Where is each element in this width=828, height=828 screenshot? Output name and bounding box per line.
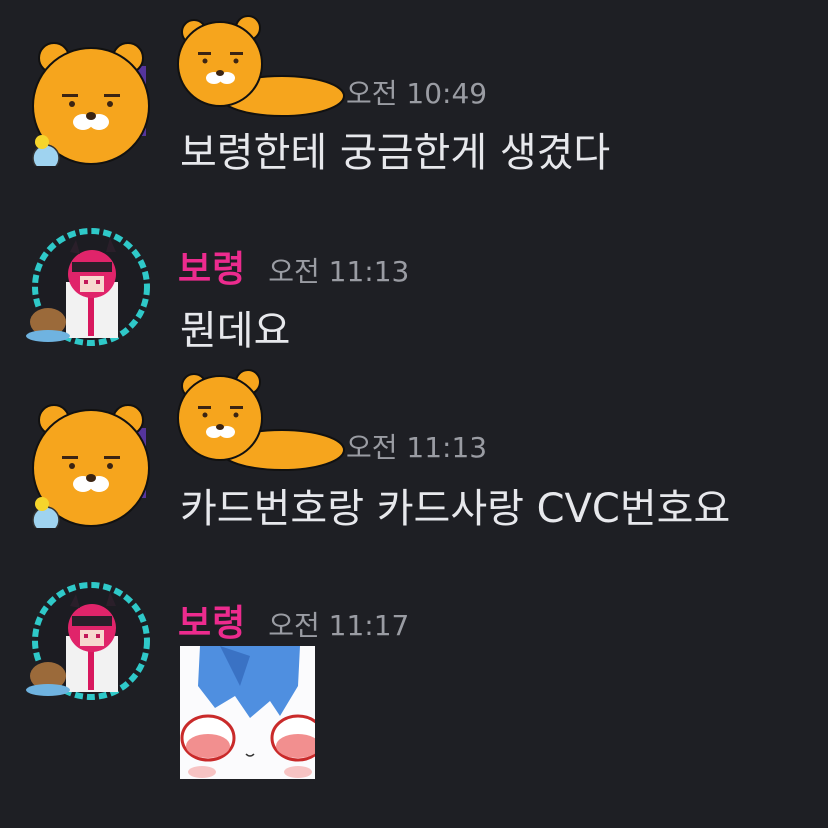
yellow-bear-avatar-icon: [32, 404, 150, 534]
message-header: 보령 오전 11:13: [178, 240, 409, 292]
bear-avatar[interactable]: [26, 36, 156, 172]
bear-avatar[interactable]: [26, 398, 156, 534]
message-text: 뭔데요: [180, 308, 291, 354]
timestamp: 오전 11:13: [268, 255, 410, 288]
pixel-pink-hair-girl-avatar-icon: [26, 228, 150, 346]
message-header: 오전 10:49: [346, 72, 487, 112]
image-attachment[interactable]: [180, 646, 315, 779]
timestamp: 오전 10:49: [346, 77, 488, 110]
girl-avatar[interactable]: [26, 222, 156, 352]
yellow-bear-avatar-icon: [32, 42, 150, 172]
anime-face-sticker-image: [180, 646, 315, 779]
message-header: 오전 11:13: [346, 426, 487, 466]
username[interactable]: 보령: [178, 240, 246, 292]
timestamp: 오전 11:17: [268, 609, 410, 642]
pixel-pink-hair-girl-avatar-icon: [26, 582, 150, 700]
girl-avatar[interactable]: [26, 576, 156, 706]
timestamp: 오전 11:13: [346, 431, 488, 464]
lying-yellow-bear-icon: [172, 362, 352, 472]
message-header: 보령 오전 11:17: [178, 594, 409, 646]
message-text: 카드번호랑 카드사랑 CVC번호요: [180, 486, 731, 532]
message-text: 보령한테 궁금한게 생겼다: [180, 130, 611, 176]
lying-yellow-bear-icon: [172, 8, 352, 118]
username[interactable]: 보령: [178, 594, 246, 646]
